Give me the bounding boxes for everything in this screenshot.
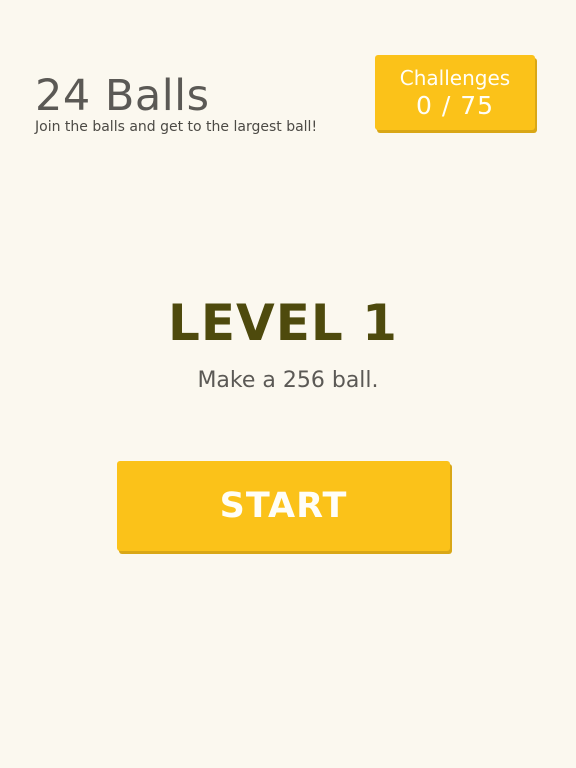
app-title: 24 Balls: [35, 71, 210, 121]
challenges-button[interactable]: Challenges 0 / 75: [375, 55, 535, 130]
level-title: LEVEL 1: [168, 294, 398, 352]
start-button-label: START: [219, 486, 348, 526]
challenges-label: Challenges: [399, 65, 511, 90]
level-goal: Make a 256 ball.: [197, 368, 379, 393]
challenges-count: 0 / 75: [415, 90, 495, 120]
app-subtitle: Join the balls and get to the largest ba…: [35, 119, 318, 135]
start-button[interactable]: START: [117, 461, 450, 551]
